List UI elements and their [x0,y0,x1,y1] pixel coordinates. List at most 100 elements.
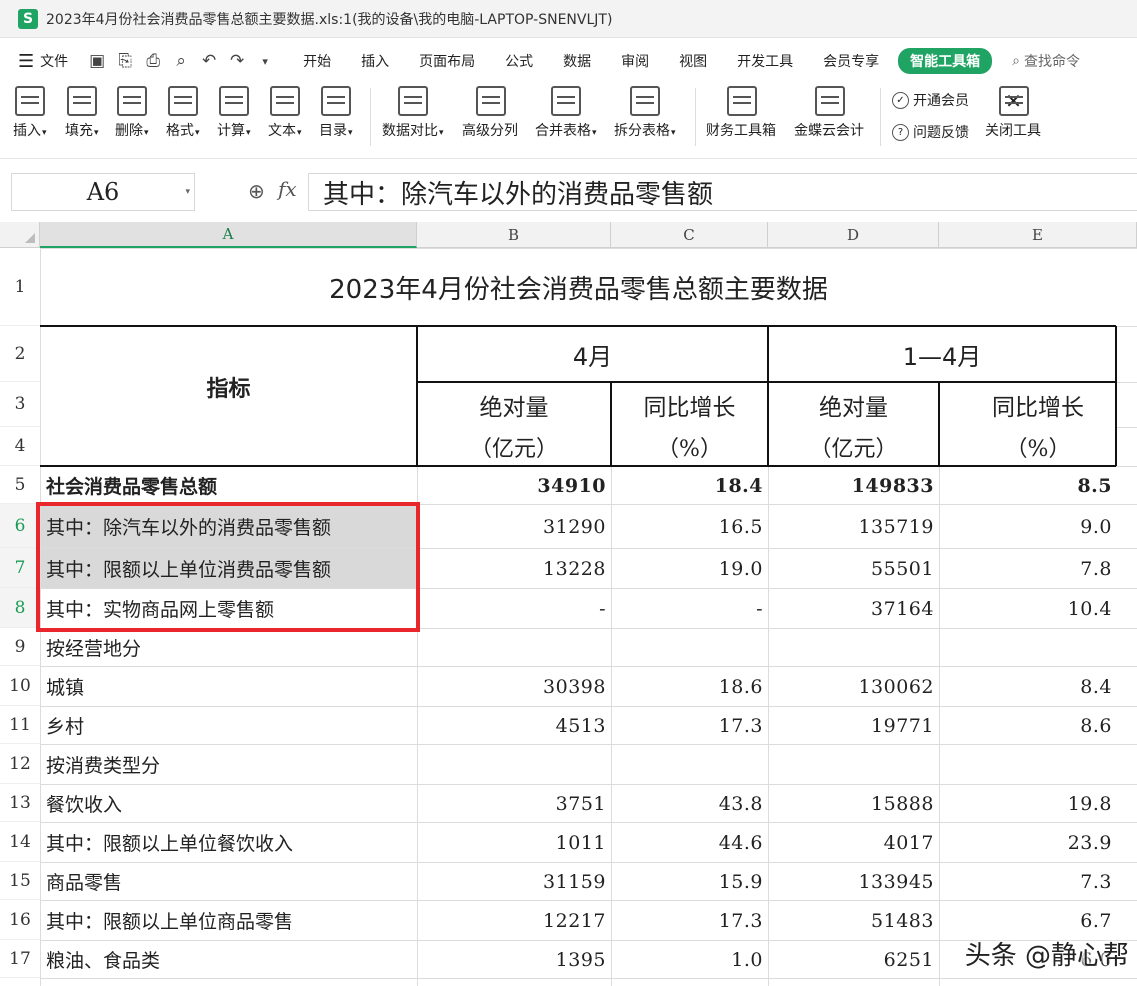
name-box[interactable]: A6 ▾ [11,173,195,211]
save-icon[interactable]: ▣ [88,51,106,71]
feedback-button[interactable]: ? 问题反馈 [892,122,969,142]
print-preview-icon[interactable]: ⌕ [172,51,190,71]
table-cell-d[interactable]: 55501 [769,549,938,588]
export-pdf-icon[interactable]: ⎘ [116,51,134,71]
table-row-label[interactable]: 乡村 [41,707,416,744]
select-all-corner[interactable] [0,222,40,248]
table-row-label[interactable]: 粮油、食品类 [41,941,416,978]
file-menu-button[interactable]: ☰ 文件 [18,51,68,72]
table-cell-c[interactable]: 1.0 [612,941,767,978]
table-cell-e[interactable]: 8.5 [940,467,1116,504]
chevron-down-icon[interactable]: ▾ [185,187,190,197]
table-cell-e[interactable]: 19.8 [940,785,1116,822]
table-cell-d[interactable]: 135719 [769,505,938,548]
table-cell-d[interactable]: 149833 [769,467,938,504]
table-row-label[interactable]: 按消费类型分 [41,745,416,784]
fill-button[interactable]: 填充 [65,86,99,140]
table-cell-c[interactable]: 44.6 [612,823,767,862]
table-cell-d[interactable]: 15888 [769,785,938,822]
row-header-4[interactable]: 4 [0,427,40,466]
tab-home[interactable]: 开始 [288,51,346,71]
row-header-14[interactable]: 14 [0,822,40,862]
insert-button[interactable]: 插入 [13,86,47,140]
row-header-7[interactable]: 7 [0,548,40,588]
row-header-15[interactable]: 15 [0,862,40,900]
row-header-10[interactable]: 10 [0,666,40,706]
table-cell-e[interactable]: 7.3 [940,863,1116,900]
function-icon[interactable]: fx [278,177,297,201]
tab-review[interactable]: 审阅 [606,51,664,71]
table-cell-c[interactable]: - [612,589,767,628]
tab-formulas[interactable]: 公式 [490,51,548,71]
row-header-12[interactable]: 12 [0,744,40,784]
row-header-2[interactable]: 2 [0,326,40,382]
row-header-17[interactable]: 17 [0,940,40,978]
table-cell-b[interactable] [418,629,610,666]
open-membership-button[interactable]: ✓ 开通会员 [892,90,969,110]
table-cell-b[interactable]: 12217 [418,901,610,940]
table-cell-d[interactable] [769,745,938,784]
table-cell-d[interactable]: 4017 [769,823,938,862]
tab-data[interactable]: 数据 [548,51,606,71]
row-header-11[interactable]: 11 [0,706,40,744]
row-header-6[interactable]: 6 [0,504,40,548]
formula-input[interactable]: 其中：除汽车以外的消费品零售额 [308,173,1137,211]
column-header-d[interactable]: D [768,222,939,248]
advanced-split-button[interactable]: 高级分列 [462,86,519,140]
table-cell-c[interactable]: 18.4 [612,467,767,504]
row-header-3[interactable]: 3 [0,382,40,427]
kingdee-cloud-button[interactable]: 金蝶云会计 [794,86,865,140]
table-cell-b[interactable] [418,745,610,784]
redo-icon[interactable]: ↷ [228,51,246,71]
table-row-label[interactable]: 按经营地分 [41,629,416,666]
zoom-icon[interactable]: ⊕ [248,179,265,203]
command-search[interactable]: ⌕ 查找命令 [1012,51,1080,71]
calculate-button[interactable]: 计算 [217,86,251,140]
table-cell-e[interactable]: 23.9 [940,823,1116,862]
table-cell-b[interactable]: 13228 [418,549,610,588]
table-cell-b[interactable]: 4513 [418,707,610,744]
table-cell-c[interactable] [612,629,767,666]
column-header-e[interactable]: E [939,222,1137,248]
table-cell-b[interactable]: 31159 [418,863,610,900]
table-cell-c[interactable]: 18.6 [612,667,767,706]
table-row-label[interactable]: 餐饮收入 [41,785,416,822]
table-cell-d[interactable]: 130062 [769,667,938,706]
table-cell-d[interactable]: 51483 [769,901,938,940]
row-header-13[interactable]: 13 [0,784,40,822]
table-cell-e[interactable] [940,745,1116,784]
table-cell-b[interactable]: 1011 [418,823,610,862]
table-row-label[interactable]: 社会消费品零售总额 [41,467,416,504]
table-cell-e[interactable]: 8.4 [940,667,1116,706]
table-cell-e[interactable]: 9.0 [940,505,1116,548]
finance-toolbox-button[interactable]: 财务工具箱 [706,86,777,140]
table-cell-e[interactable] [940,629,1116,666]
print-icon[interactable]: ⎙ [144,51,162,71]
column-header-b[interactable]: B [417,222,611,248]
table-row-label[interactable]: 城镇 [41,667,416,706]
close-toolbox-button[interactable]: ✕ 关闭工具 [985,86,1042,140]
table-cell-b[interactable]: 31290 [418,505,610,548]
table-cell-d[interactable] [769,629,938,666]
table-cell-c[interactable]: 17.3 [612,707,767,744]
split-tables-button[interactable]: 拆分表格 [614,86,676,140]
tab-smart-toolbox[interactable]: 智能工具箱 [898,48,993,74]
table-cell-d[interactable]: 19771 [769,707,938,744]
table-row-label[interactable]: 其中：限额以上单位餐饮收入 [41,823,416,862]
table-cell-b[interactable]: 1395 [418,941,610,978]
table-cell-e[interactable]: 7.8 [940,549,1116,588]
tab-view[interactable]: 视图 [664,51,722,71]
row-header-9[interactable]: 9 [0,628,40,666]
table-cell-e[interactable]: 8.6 [940,707,1116,744]
table-cell-d[interactable]: 37164 [769,589,938,628]
table-cell-c[interactable]: 15.9 [612,863,767,900]
column-header-c[interactable]: C [611,222,768,248]
text-button[interactable]: 文本 [268,86,302,140]
undo-icon[interactable]: ↶ [200,51,218,71]
tab-developer[interactable]: 开发工具 [722,51,808,71]
delete-button[interactable]: 删除 [115,86,149,140]
spreadsheet-grid[interactable]: A B C D E 1 2 3 4 5 6 7 8 9 10 11 12 13 14 15 16 17 2023年4月份社会… [0,222,1137,986]
table-cell-b[interactable]: 30398 [418,667,610,706]
table-cell-c[interactable]: 16.5 [612,505,767,548]
tab-page-layout[interactable]: 页面布局 [404,51,490,71]
